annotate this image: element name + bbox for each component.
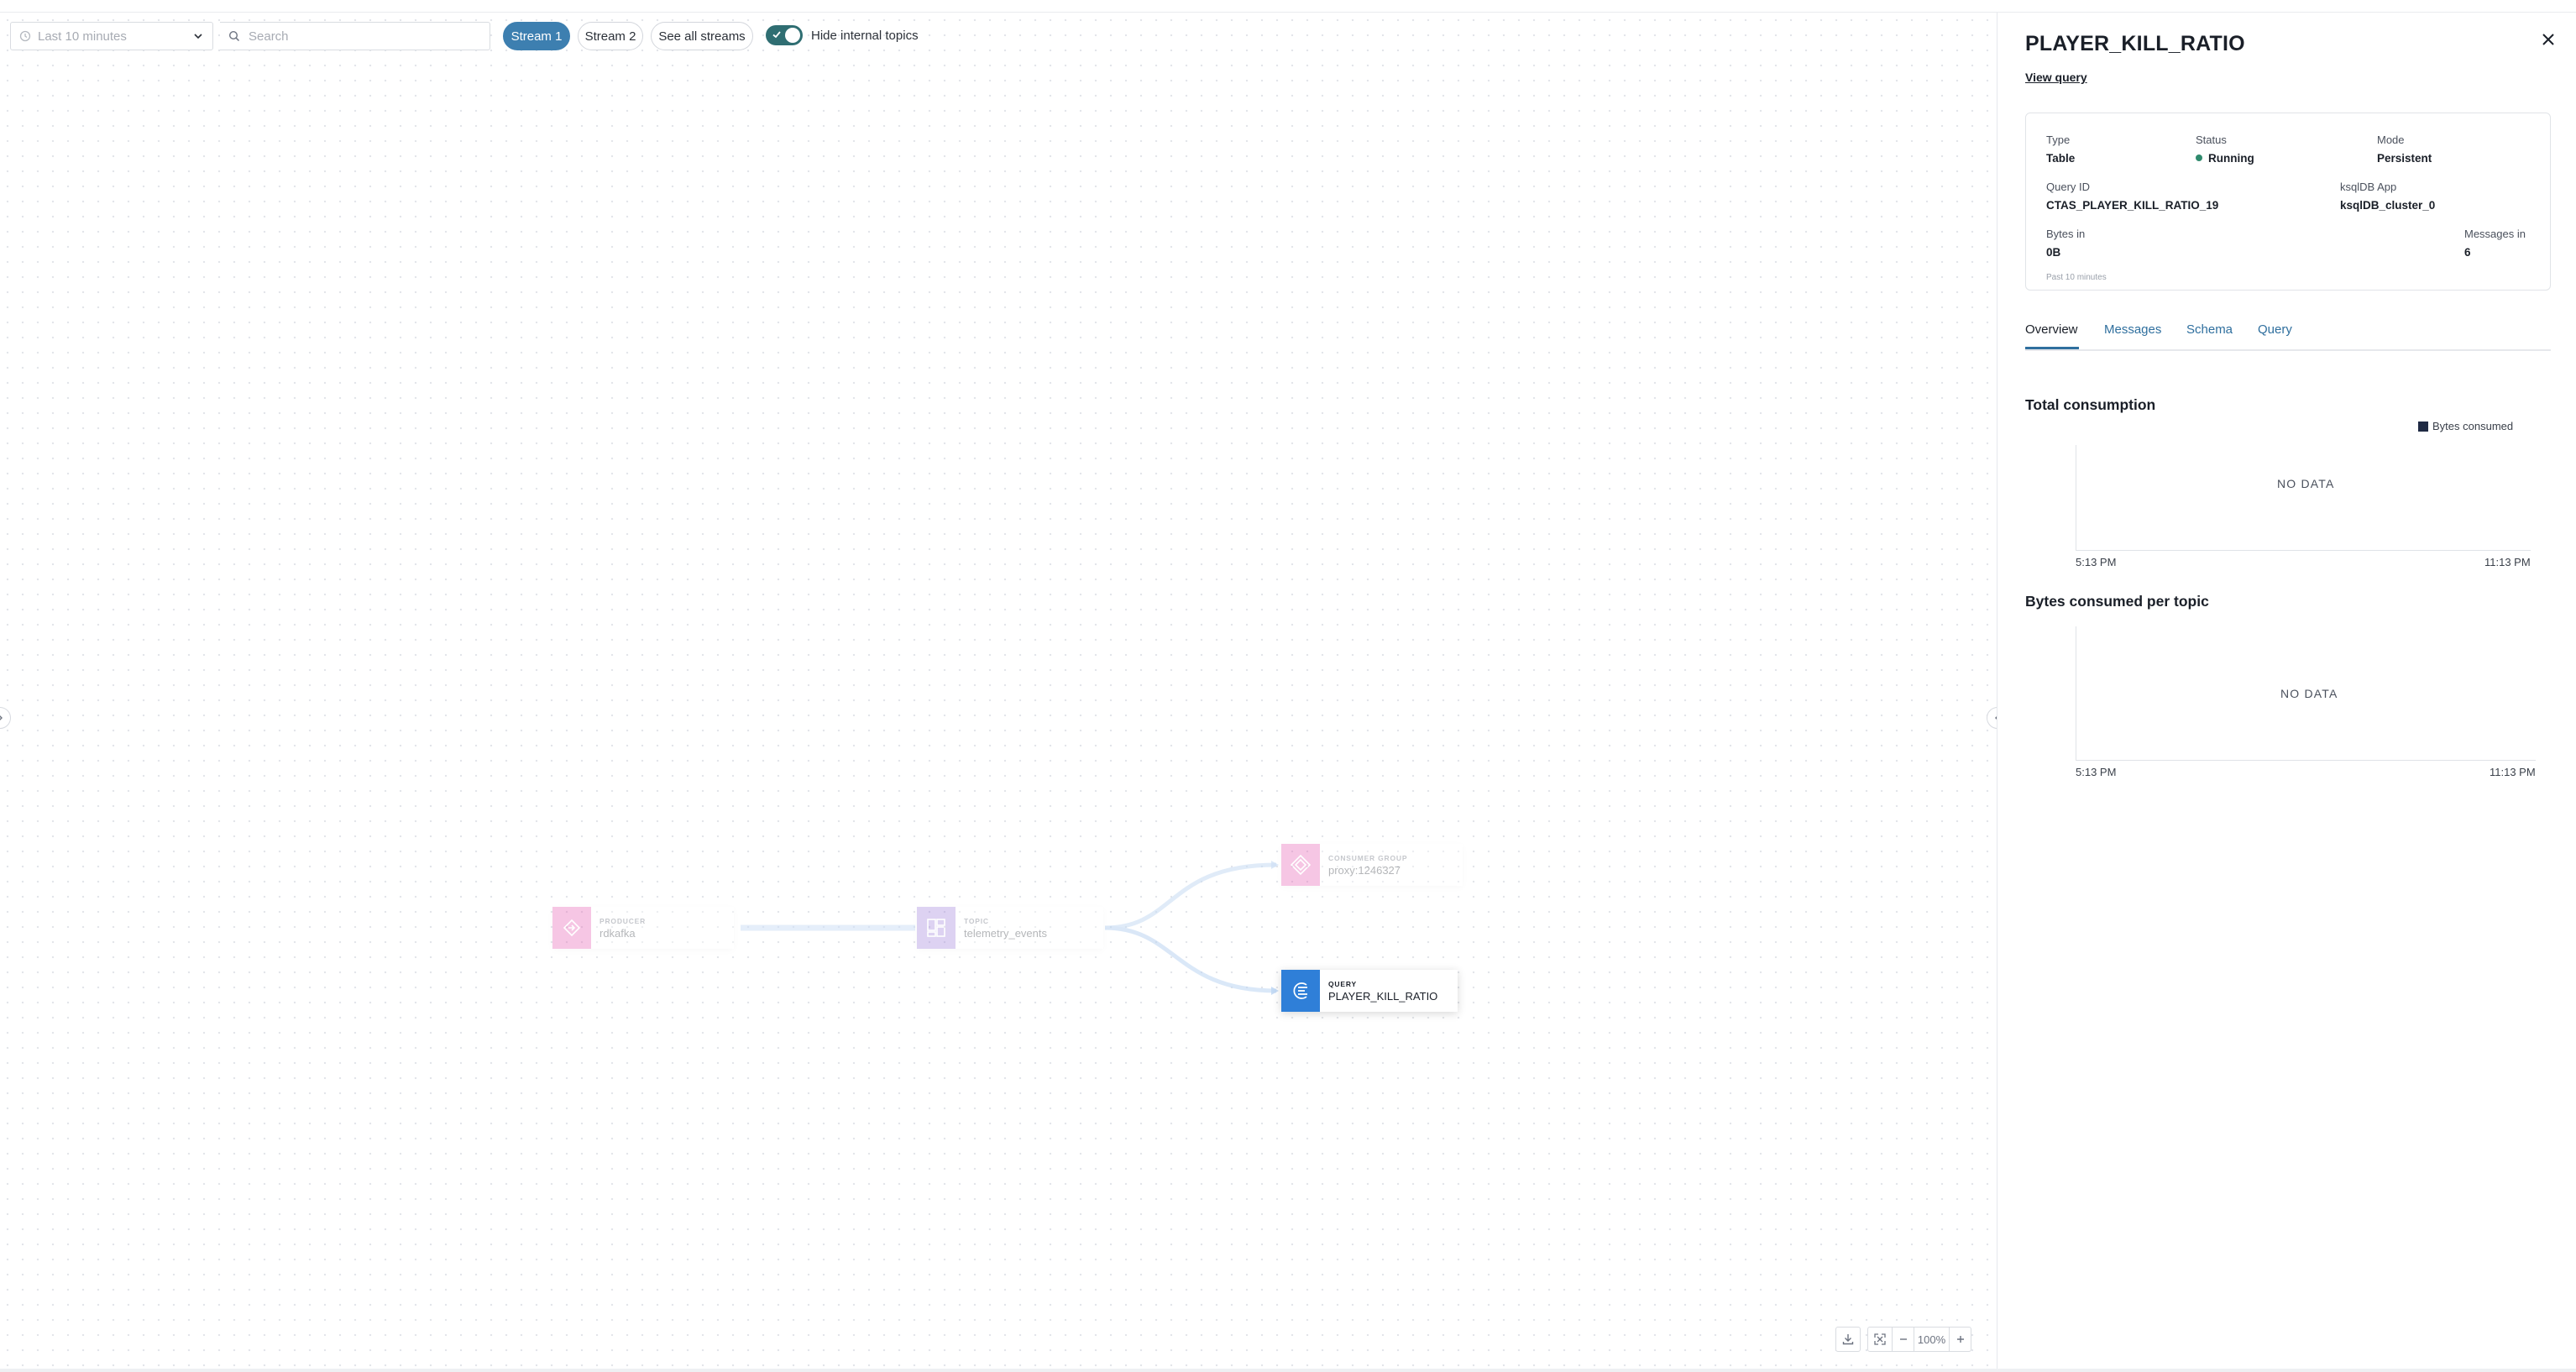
graph-node-query[interactable]: QUERY PLAYER_KILL_RATIO (1281, 970, 1458, 1012)
consumer-group-icon (1281, 844, 1320, 886)
chevron-right-icon (0, 715, 3, 720)
hide-internal-topics-label: Hide internal topics (811, 28, 919, 43)
x-tick-end: 11:13 PM (2484, 556, 2531, 568)
node-name-label: PLAYER_KILL_RATIO (1328, 989, 1438, 1003)
toggle-knob (785, 28, 800, 43)
producer-icon (552, 907, 591, 949)
graph-node-topic[interactable]: TOPIC telemetry_events (917, 907, 1103, 949)
chevron-down-icon (194, 34, 202, 39)
status-text: Running (2208, 152, 2254, 165)
mode-value: Persistent (2377, 152, 2432, 165)
bytes-in-value: 0B (2046, 246, 2061, 259)
legend-label: Bytes consumed (2432, 420, 2514, 432)
node-name-label: telemetry_events (964, 926, 1047, 940)
search-icon (228, 30, 240, 42)
ksqldb-app-label: ksqlDB App (2340, 181, 2397, 193)
node-name-label: proxy:1246327 (1328, 863, 1401, 877)
query-id-label: Query ID (2046, 181, 2091, 193)
x-tick-start: 5:13 PM (2076, 766, 2117, 778)
minus-icon (1899, 1338, 1907, 1340)
total-consumption-chart: NO DATA (2076, 445, 2531, 551)
see-all-streams-label: See all streams (658, 29, 746, 44)
bytes-per-topic-title: Bytes consumed per topic (2025, 593, 2209, 610)
bytes-per-topic-chart: NO DATA (2076, 626, 2536, 761)
query-icon (1281, 970, 1320, 1012)
time-window-note: Past 10 minutes (2046, 273, 2107, 282)
node-type-label: CONSUMER GROUP (1328, 853, 1408, 862)
status-value: Running (2196, 152, 2254, 165)
tab-query[interactable]: Query (2258, 322, 2292, 337)
hide-internal-topics-toggle-group: Hide internal topics (766, 25, 919, 45)
search-input[interactable] (247, 28, 477, 45)
stream-1-button[interactable]: Stream 1 (503, 22, 570, 50)
mode-label: Mode (2377, 134, 2405, 146)
status-label: Status (2196, 134, 2227, 146)
active-tab-indicator (2025, 347, 2079, 349)
node-type-label: TOPIC (964, 916, 989, 925)
search-field[interactable] (220, 22, 490, 50)
panel-tabs: Overview Messages Schema Query (2025, 319, 2551, 351)
topic-icon (917, 907, 956, 949)
type-label: Type (2046, 134, 2071, 146)
stream-1-label: Stream 1 (510, 29, 563, 44)
canvas-controls: 100% (1835, 1327, 1971, 1352)
total-consumption-title: Total consumption (2025, 396, 2156, 413)
status-dot (2196, 154, 2202, 161)
download-button[interactable] (1835, 1327, 1861, 1352)
time-range-value: Last 10 minutes (38, 29, 127, 44)
no-data-label: NO DATA (2280, 687, 2338, 700)
panel-title: PLAYER_KILL_RATIO (2025, 32, 2245, 55)
node-name-label: rdkafka (599, 926, 636, 940)
messages-in-label: Messages in (2464, 228, 2526, 240)
fit-view-button[interactable] (1867, 1327, 1893, 1352)
tab-overview[interactable]: Overview (2025, 322, 2078, 337)
tab-messages[interactable]: Messages (2104, 322, 2161, 337)
zoom-in-button[interactable] (1950, 1327, 1971, 1352)
graph-node-producer[interactable]: PRODUCER rdkafka (552, 907, 734, 949)
query-info-card: Type Table Status Running Mode Persisten… (2025, 113, 2551, 291)
close-icon[interactable] (2539, 30, 2558, 49)
chart-legend: Bytes consumed (2418, 420, 2513, 432)
zoom-level: 100% (1914, 1327, 1950, 1352)
clock-icon (19, 30, 31, 42)
zoom-out-button[interactable] (1893, 1327, 1914, 1352)
see-all-streams-button[interactable]: See all streams (651, 22, 753, 50)
view-query-link[interactable]: View query (2025, 71, 2087, 84)
no-data-label: NO DATA (2277, 477, 2335, 490)
x-tick-end: 11:13 PM (2490, 766, 2536, 778)
plus-icon (1956, 1336, 1964, 1343)
query-id-value: CTAS_PLAYER_KILL_RATIO_19 (2046, 199, 2219, 212)
bottom-border (0, 1369, 2576, 1372)
download-icon (1842, 1334, 1854, 1345)
legend-swatch (2418, 421, 2428, 432)
graph-node-consumer-group[interactable]: CONSUMER GROUP proxy:1246327 (1281, 844, 1463, 886)
node-type-label: PRODUCER (599, 916, 647, 925)
chart-x-axis (2076, 760, 2536, 761)
fit-view-icon (1874, 1333, 1886, 1345)
ksqldb-app-value: ksqlDB_cluster_0 (2340, 199, 2436, 212)
lineage-canvas[interactable] (0, 13, 1997, 1369)
x-tick-start: 5:13 PM (2076, 556, 2117, 568)
stream-2-label: Stream 2 (584, 29, 636, 44)
tab-schema[interactable]: Schema (2186, 322, 2233, 337)
zoom-level-value: 100% (1917, 1333, 1946, 1346)
node-type-label: QUERY (1328, 979, 1357, 988)
messages-in-value: 6 (2464, 246, 2471, 259)
chart-x-axis (2076, 550, 2531, 551)
check-icon (772, 31, 781, 39)
bytes-in-label: Bytes in (2046, 228, 2086, 240)
time-range-select[interactable]: Last 10 minutes (10, 22, 213, 50)
type-value: Table (2046, 152, 2076, 165)
top-border (0, 0, 2576, 13)
hide-internal-topics-toggle[interactable] (766, 25, 803, 45)
stream-2-button[interactable]: Stream 2 (578, 22, 643, 50)
